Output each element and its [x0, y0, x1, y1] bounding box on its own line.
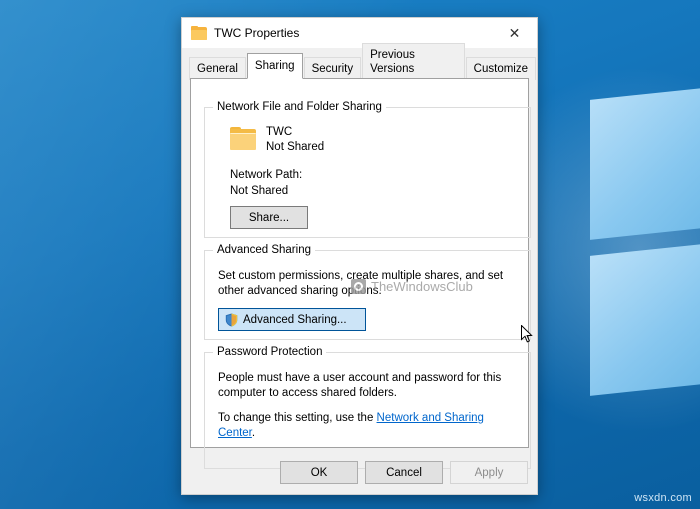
ok-button[interactable]: OK [280, 461, 358, 484]
dialog-titlebar[interactable]: TWC Properties ✕ [182, 18, 537, 49]
network-sharing-legend: Network File and Folder Sharing [213, 101, 386, 113]
shared-folder-row: TWC Not Shared [230, 125, 324, 155]
tab-security[interactable]: Security [303, 57, 362, 80]
cancel-button[interactable]: Cancel [365, 461, 443, 484]
advanced-sharing-legend: Advanced Sharing [213, 244, 315, 256]
tab-previous-versions[interactable]: Previous Versions [362, 43, 465, 80]
tab-sharing[interactable]: Sharing [246, 53, 303, 79]
dialog-button-row: OK Cancel Apply [280, 461, 528, 484]
password-protection-legend: Password Protection [213, 346, 327, 358]
network-path-value: Not Shared [230, 185, 289, 197]
tab-general[interactable]: General [189, 57, 246, 80]
advanced-sharing-button[interactable]: Advanced Sharing... [218, 308, 366, 331]
link-line-prefix: To change this setting, use the [218, 412, 377, 424]
shield-icon [225, 313, 238, 327]
network-sharing-group: Network File and Folder Sharing TWC Not … [204, 101, 531, 238]
link-line-suffix: . [251, 427, 256, 439]
folder-icon-large [230, 127, 256, 150]
windows-logo-pane-bottom [590, 240, 700, 396]
advanced-sharing-description: Set custom permissions, create multiple … [218, 270, 504, 297]
network-path-label: Network Path: [230, 169, 303, 181]
password-protection-text: People must have a user account and pass… [218, 372, 502, 399]
share-button[interactable]: Share... [230, 206, 308, 229]
tab-strip: General Sharing Security Previous Versio… [182, 43, 537, 80]
advanced-sharing-group: Advanced Sharing Set custom permissions,… [204, 244, 531, 340]
tab-customize[interactable]: Customize [465, 57, 536, 80]
password-protection-link-line: To change this setting, use the Network … [218, 411, 520, 441]
folder-share-status: Not Shared [266, 141, 325, 153]
properties-dialog: TWC Properties ✕ General Sharing Securit… [181, 17, 538, 495]
folder-icon [191, 26, 207, 40]
apply-button: Apply [450, 461, 528, 484]
site-watermark: wsxdn.com [634, 492, 692, 504]
folder-name: TWC [266, 126, 293, 138]
sharing-tab-page: Network File and Folder Sharing TWC Not … [190, 78, 531, 469]
desktop-background: wsxdn.com TWC Properties ✕ General Shari… [0, 0, 700, 509]
windows-logo-pane-top [590, 84, 700, 240]
password-protection-group: Password Protection People must have a u… [204, 346, 531, 469]
advanced-sharing-button-label: Advanced Sharing... [243, 313, 347, 326]
close-icon[interactable]: ✕ [492, 18, 537, 48]
dialog-title: TWC Properties [214, 26, 300, 40]
